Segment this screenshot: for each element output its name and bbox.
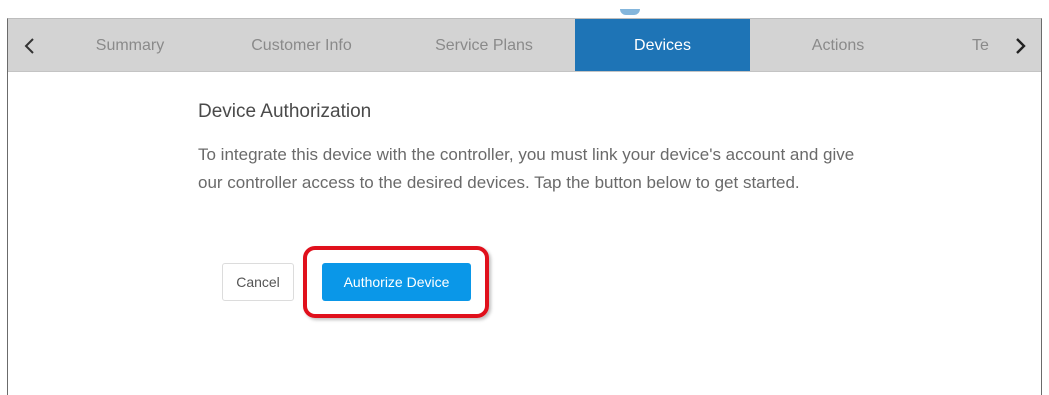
tab-customer-info[interactable]: Customer Info [210, 19, 393, 71]
authorize-device-button[interactable]: Authorize Device [322, 263, 471, 301]
tab-service-plans[interactable]: Service Plans [393, 19, 575, 71]
tab-devices[interactable]: Devices [575, 19, 750, 71]
tab-actions[interactable]: Actions [750, 19, 926, 71]
scroll-tabs-left-button[interactable] [10, 19, 50, 71]
panel-heading: Device Authorization [198, 101, 372, 122]
scroll-tabs-right-button[interactable] [1001, 19, 1039, 71]
panel-description: To integrate this device with the contro… [198, 145, 855, 192]
top-accent-decoration [620, 9, 640, 15]
tab-partially-visible[interactable]: Te [966, 19, 1006, 71]
tab-bar: Summary Customer Info Service Plans Devi… [8, 19, 1041, 72]
device-authorization-panel: Device Authorization To integrate this d… [198, 100, 878, 197]
chevron-left-icon [24, 37, 34, 54]
cancel-button[interactable]: Cancel [222, 263, 294, 301]
tab-summary[interactable]: Summary [50, 19, 210, 71]
app-window: Summary Customer Info Service Plans Devi… [7, 18, 1042, 395]
chevron-right-icon [1016, 37, 1026, 54]
